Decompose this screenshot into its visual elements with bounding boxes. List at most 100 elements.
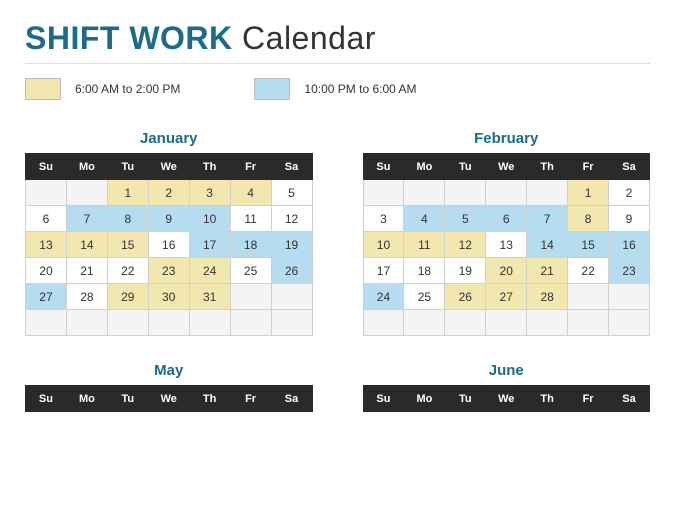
calendar-cell: 11 bbox=[230, 206, 271, 232]
calendar-cell: 25 bbox=[230, 258, 271, 284]
calendar-cell bbox=[271, 284, 312, 310]
calendar-cell: 17 bbox=[189, 232, 230, 258]
calendar-cell: 5 bbox=[445, 206, 486, 232]
calendar-cell: 3 bbox=[363, 206, 404, 232]
day-header: Fr bbox=[230, 154, 271, 180]
calendar-cell bbox=[230, 310, 271, 336]
calendar-cell: 16 bbox=[609, 232, 650, 258]
legend-swatch-blue bbox=[254, 78, 290, 100]
calendar-cell: 21 bbox=[66, 258, 107, 284]
calendar-cell bbox=[527, 180, 568, 206]
calendar-cell: 17 bbox=[363, 258, 404, 284]
day-header: Th bbox=[189, 154, 230, 180]
calendar-cell: 26 bbox=[271, 258, 312, 284]
calendar-cell: 14 bbox=[527, 232, 568, 258]
day-header: Fr bbox=[568, 386, 609, 412]
calendar-cell: 25 bbox=[404, 284, 445, 310]
calendar-cell: 15 bbox=[107, 232, 148, 258]
calendar-cell: 6 bbox=[26, 206, 67, 232]
calendar-cell: 21 bbox=[527, 258, 568, 284]
calendar-cell: 22 bbox=[568, 258, 609, 284]
day-header: Tu bbox=[445, 154, 486, 180]
calendar-cell bbox=[26, 180, 67, 206]
calendar-cell bbox=[486, 180, 527, 206]
calendar-cell: 9 bbox=[148, 206, 189, 232]
calendar-cell: 26 bbox=[445, 284, 486, 310]
calendar-cell bbox=[363, 310, 404, 336]
day-header: Mo bbox=[66, 386, 107, 412]
calendar-cell: 2 bbox=[148, 180, 189, 206]
calendar-cell: 3 bbox=[189, 180, 230, 206]
page-title: SHIFT WORK Calendar bbox=[25, 20, 650, 64]
calendar-cell bbox=[609, 284, 650, 310]
calendar-cell: 7 bbox=[66, 206, 107, 232]
legend: 6:00 AM to 2:00 PM 10:00 PM to 6:00 AM bbox=[25, 78, 650, 100]
day-header: We bbox=[148, 154, 189, 180]
calendar-cell: 28 bbox=[66, 284, 107, 310]
calendar-cell: 18 bbox=[404, 258, 445, 284]
calendar-cell: 4 bbox=[404, 206, 445, 232]
calendar-cell: 10 bbox=[189, 206, 230, 232]
day-header: Su bbox=[26, 154, 67, 180]
month-block: FebruarySuMoTuWeThFrSa123456789101112131… bbox=[363, 130, 651, 336]
calendar-cell bbox=[404, 310, 445, 336]
calendar-cell: 31 bbox=[189, 284, 230, 310]
calendar-cell: 1 bbox=[107, 180, 148, 206]
day-header: Sa bbox=[609, 386, 650, 412]
legend-swatch-yellow bbox=[25, 78, 61, 100]
month-title: June bbox=[363, 362, 651, 379]
calendar-row bbox=[363, 310, 650, 336]
calendar-cell bbox=[568, 310, 609, 336]
calendar-row: 17181920212223 bbox=[363, 258, 650, 284]
calendar-cell bbox=[363, 180, 404, 206]
calendar-cell: 24 bbox=[363, 284, 404, 310]
calendar-cell bbox=[527, 310, 568, 336]
month-block: JanuarySuMoTuWeThFrSa1234567891011121314… bbox=[25, 130, 313, 336]
calendar-cell: 12 bbox=[445, 232, 486, 258]
calendar-cell: 28 bbox=[527, 284, 568, 310]
day-header: Mo bbox=[66, 154, 107, 180]
calendar-row bbox=[26, 310, 313, 336]
calendar-row: 10111213141516 bbox=[363, 232, 650, 258]
calendar-cell: 20 bbox=[486, 258, 527, 284]
calendar-row: 6789101112 bbox=[26, 206, 313, 232]
day-header: We bbox=[148, 386, 189, 412]
day-header: Tu bbox=[107, 154, 148, 180]
calendar-cell: 4 bbox=[230, 180, 271, 206]
month-table: SuMoTuWeThFrSa12345678910111213141516171… bbox=[25, 153, 313, 336]
calendar-cell: 2 bbox=[609, 180, 650, 206]
calendar-row: 13141516171819 bbox=[26, 232, 313, 258]
month-title: January bbox=[25, 130, 313, 147]
calendar-cell bbox=[445, 310, 486, 336]
day-header: Tu bbox=[445, 386, 486, 412]
calendar-cell: 13 bbox=[486, 232, 527, 258]
day-header: Sa bbox=[271, 386, 312, 412]
calendar-cell: 7 bbox=[527, 206, 568, 232]
calendar-cell: 19 bbox=[271, 232, 312, 258]
calendar-row: 20212223242526 bbox=[26, 258, 313, 284]
day-header: Th bbox=[527, 154, 568, 180]
day-header: Su bbox=[363, 386, 404, 412]
calendar-cell: 6 bbox=[486, 206, 527, 232]
calendar-row: 12345 bbox=[26, 180, 313, 206]
day-header: We bbox=[486, 386, 527, 412]
calendar-cell: 15 bbox=[568, 232, 609, 258]
calendar-cell bbox=[66, 310, 107, 336]
day-header: Sa bbox=[271, 154, 312, 180]
calendar-cell: 11 bbox=[404, 232, 445, 258]
calendar-cell: 20 bbox=[26, 258, 67, 284]
calendar-cell bbox=[148, 310, 189, 336]
calendar-cell: 18 bbox=[230, 232, 271, 258]
calendar-cell: 27 bbox=[486, 284, 527, 310]
calendar-cell bbox=[609, 310, 650, 336]
month-table: SuMoTuWeThFrSa bbox=[25, 385, 313, 412]
day-header: Mo bbox=[404, 154, 445, 180]
calendar-row: 12 bbox=[363, 180, 650, 206]
calendar-cell: 13 bbox=[26, 232, 67, 258]
title-bold: SHIFT WORK bbox=[25, 20, 233, 56]
calendar-cell: 12 bbox=[271, 206, 312, 232]
day-header: Th bbox=[189, 386, 230, 412]
month-block: JuneSuMoTuWeThFrSa bbox=[363, 362, 651, 412]
title-rest: Calendar bbox=[233, 20, 376, 56]
calendar-row: 2728293031 bbox=[26, 284, 313, 310]
